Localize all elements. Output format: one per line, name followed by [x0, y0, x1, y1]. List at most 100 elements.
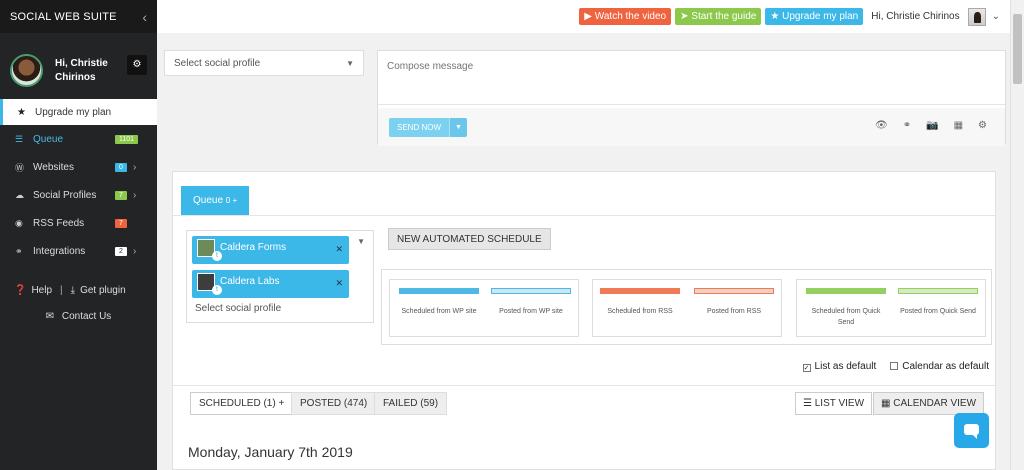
queue-panel: Queue 0 + t Caldera Forms ✕ t Caldera La…: [172, 171, 996, 470]
help-link[interactable]: Help: [31, 285, 52, 296]
scrollbar[interactable]: [1010, 0, 1024, 470]
sidebar-header: SOCIAL WEB SUITE ‹: [0, 0, 157, 33]
legend-swatch: [694, 288, 774, 294]
legend-item: Posted from RSS: [693, 288, 775, 317]
button-label: Start the guide: [691, 11, 757, 22]
filter-failed-button[interactable]: FAILED (59): [374, 392, 448, 415]
cloud-icon: ☁: [15, 189, 24, 200]
camera-icon[interactable]: 📷: [926, 120, 938, 131]
default-view-options: ✓ List as default Calendar as default: [802, 361, 989, 372]
checkbox-checked[interactable]: ✓: [802, 364, 811, 372]
social-profile-select[interactable]: Select social profile ▼: [164, 50, 364, 76]
caret-down-icon: ▼: [346, 58, 354, 68]
gear-icon[interactable]: ⚙: [978, 120, 987, 131]
user-panel: Hi, Christie Chirinos ⚙: [0, 43, 157, 98]
count-badge: 7: [115, 218, 127, 228]
profile-chip: t Caldera Labs ✕: [192, 270, 349, 298]
tab-label: Queue: [193, 195, 224, 206]
sidebar-item-label: Integrations: [33, 245, 86, 257]
chat-widget-button[interactable]: [954, 413, 989, 448]
filter-scheduled-button[interactable]: SCHEDULED (1) +: [190, 392, 294, 415]
sidebar-item-social-profiles[interactable]: ☁ Social Profiles 7 ›: [0, 181, 157, 209]
date-heading: Monday, January 7th 2019: [188, 444, 353, 460]
list-view-button[interactable]: ☰ LIST VIEW: [795, 392, 873, 415]
compose-message-input[interactable]: [378, 51, 1005, 105]
chat-bubble-icon: [964, 424, 979, 439]
avatar[interactable]: [967, 7, 986, 26]
legend-item: Scheduled from Quick Send: [805, 288, 887, 328]
select-placeholder[interactable]: Select social profile: [195, 303, 281, 314]
calendar-view-button[interactable]: ▦ CALENDAR VIEW: [873, 392, 985, 415]
legend-label: Scheduled from RSS: [607, 308, 673, 315]
button-label: LIST VIEW: [814, 398, 865, 409]
legend-label: Scheduled from WP site: [401, 308, 477, 315]
sidebar: SOCIAL WEB SUITE ‹ Hi, Christie Chirinos…: [0, 0, 157, 470]
chevron-right-icon: ›: [133, 245, 137, 257]
calendar-icon: ▦: [881, 398, 891, 409]
chevron-right-icon: ›: [133, 161, 137, 173]
profile-chip: t Caldera Forms ✕: [192, 236, 349, 264]
sidebar-item-queue[interactable]: ☰ Queue 1101: [0, 125, 157, 153]
get-plugin-link[interactable]: Get plugin: [80, 285, 126, 296]
contact-link[interactable]: Contact Us: [62, 311, 111, 322]
send-now-button[interactable]: SEND NOW: [389, 117, 449, 137]
chevron-left-icon[interactable]: ‹: [142, 9, 147, 25]
profile-name: Caldera Labs: [220, 276, 280, 287]
eye-icon[interactable]: 👁: [875, 120, 888, 131]
link-icon[interactable]: ⚭: [903, 120, 911, 131]
legend-swatch: [806, 288, 886, 294]
new-automated-schedule-button[interactable]: NEW AUTOMATED SCHEDULE: [388, 228, 551, 250]
count-badge: 2: [115, 246, 127, 256]
profile-name: Caldera Forms: [220, 242, 287, 253]
tab-queue[interactable]: Queue 0 +: [181, 186, 250, 215]
sidebar-item-integrations[interactable]: ⚭ Integrations 2 ›: [0, 237, 157, 265]
divider: [173, 215, 995, 216]
start-guide-button[interactable]: ➤ Start the guide: [675, 8, 762, 25]
calendar-icon[interactable]: ▦: [954, 120, 963, 131]
legend-label: Posted from WP site: [499, 308, 563, 315]
divider: [173, 385, 995, 386]
scrollbar-thumb[interactable]: [1013, 14, 1022, 84]
sidebar-item-label: Upgrade my plan: [34, 106, 112, 118]
calendar-default-checkbox[interactable]: Calendar as default: [890, 361, 989, 372]
sidebar-item-rss-feeds[interactable]: ◉ RSS Feeds 7: [0, 209, 157, 237]
close-icon[interactable]: ✕: [335, 278, 343, 289]
legend-swatch: [898, 288, 978, 294]
compose-toolbar: SEND NOW ▼ 👁 ⚭ 📷 ▦ ⚙: [378, 108, 1005, 146]
tab-count: 0 +: [225, 196, 238, 205]
sidebar-item-label: Websites: [33, 161, 74, 173]
list-default-checkbox[interactable]: ✓ List as default: [802, 361, 876, 372]
upgrade-plan-button[interactable]: ★ Upgrade my plan: [765, 8, 864, 25]
top-bar: ▶︎ Watch the video ➤ Start the guide ★ U…: [157, 0, 1010, 33]
chevron-down-icon[interactable]: ⌄: [992, 11, 1000, 22]
play-icon: ▶︎: [584, 11, 592, 22]
sidebar-item-upgrade[interactable]: ★ Upgrade my plan: [0, 99, 157, 125]
list-icon: ☰: [803, 398, 812, 409]
count-badge: 1101: [115, 134, 139, 144]
checkbox-label: Calendar as default: [902, 361, 989, 372]
sidebar-item-label: Social Profiles: [33, 189, 97, 201]
watch-video-button[interactable]: ▶︎ Watch the video: [579, 8, 672, 25]
filter-posted-button[interactable]: POSTED (474): [291, 392, 377, 415]
sidebar-item-websites[interactable]: Ⓦ Websites 0 ›: [0, 153, 157, 181]
avatar[interactable]: [10, 54, 43, 87]
paper-plane-icon: ➤: [680, 11, 689, 22]
legend-swatch: [399, 288, 479, 294]
caret-down-icon[interactable]: ▼: [357, 237, 365, 246]
list-icon: ☰: [15, 133, 24, 144]
count-badge: 0: [115, 162, 127, 172]
checkbox-unchecked[interactable]: [890, 362, 899, 370]
legend-group-rss: Scheduled from RSS Posted from RSS: [592, 279, 782, 337]
star-icon: ★: [770, 11, 780, 22]
divider: |: [60, 285, 63, 296]
caret-down-icon[interactable]: ▼: [449, 117, 467, 137]
legend-swatch: [600, 288, 680, 294]
close-icon[interactable]: ✕: [335, 244, 343, 255]
legend-label: Posted from RSS: [706, 308, 762, 315]
brand-name: SOCIAL WEB SUITE: [10, 10, 117, 23]
chevron-right-icon: ›: [133, 189, 137, 201]
contact-row[interactable]: ✉ Contact Us: [0, 311, 157, 322]
gear-icon[interactable]: ⚙: [127, 55, 147, 75]
question-icon: ❓: [14, 285, 27, 296]
profiles-multiselect[interactable]: t Caldera Forms ✕ t Caldera Labs ✕ ▼ Sel…: [186, 230, 374, 323]
